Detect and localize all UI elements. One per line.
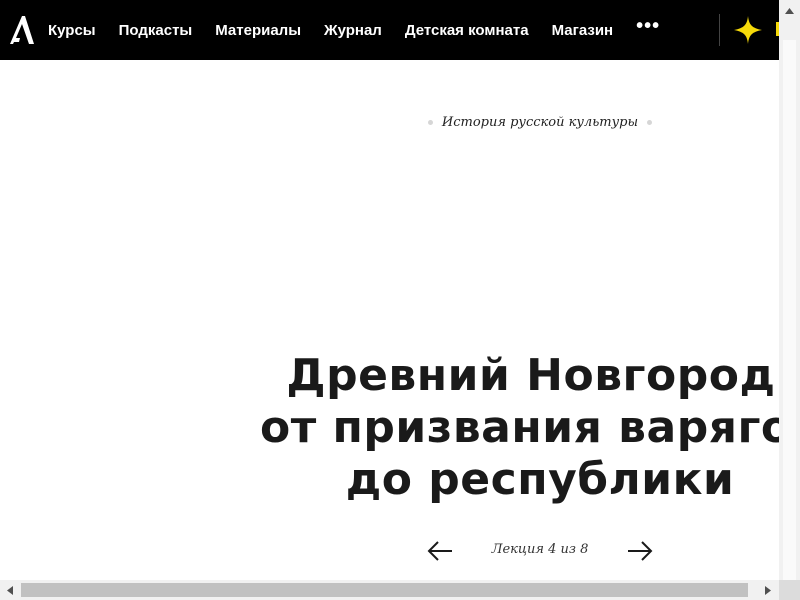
lecture-counter: Лекция 4 из 8 xyxy=(491,542,589,557)
nav-item-shop[interactable]: Магазин xyxy=(552,22,614,39)
title-line: от призвания варягов xyxy=(259,402,779,453)
nav-menu: Курсы Подкасты Материалы Журнал Детская … xyxy=(48,0,660,60)
scrollbar-corner xyxy=(779,580,800,600)
nav-item-podcasts[interactable]: Подкасты xyxy=(119,22,193,39)
top-navigation-bar: Курсы Подкасты Материалы Журнал Детская … xyxy=(0,0,800,60)
scroll-right-icon[interactable] xyxy=(763,585,773,596)
title-line: Древний Новгород: xyxy=(286,350,779,401)
arrow-right-icon[interactable] xyxy=(625,538,655,564)
sparkle-icon[interactable] xyxy=(733,15,763,45)
breadcrumb: История русской культуры xyxy=(0,115,779,130)
nav-item-journal[interactable]: Журнал xyxy=(324,22,382,39)
vertical-scroll-thumb[interactable] xyxy=(783,40,796,580)
lecture-page: История русской культуры Древний Новгоро… xyxy=(0,60,779,580)
horizontal-scrollbar[interactable] xyxy=(0,580,779,600)
arzamas-logo-icon[interactable] xyxy=(8,14,36,46)
nav-item-materials[interactable]: Материалы xyxy=(215,22,301,39)
nav-divider xyxy=(719,14,720,46)
more-dots-icon[interactable]: ••• xyxy=(636,16,660,36)
horizontal-scroll-thumb[interactable] xyxy=(21,583,748,597)
vertical-scrollbar[interactable] xyxy=(779,0,800,580)
nav-item-courses[interactable]: Курсы xyxy=(48,22,96,39)
scroll-up-icon[interactable] xyxy=(784,6,795,16)
title-line: до республики xyxy=(345,454,735,505)
arrow-left-icon[interactable] xyxy=(425,538,455,564)
page-title: Древний Новгород: от призвания варягов д… xyxy=(0,350,779,506)
breadcrumb-dot xyxy=(427,120,433,125)
breadcrumb-dot xyxy=(647,120,653,125)
nav-item-kids-room[interactable]: Детская комната xyxy=(405,22,529,39)
scroll-left-icon[interactable] xyxy=(5,585,15,596)
lecture-pager: Лекция 4 из 8 xyxy=(425,538,657,564)
breadcrumb-course-link[interactable]: История русской культуры xyxy=(442,115,638,130)
